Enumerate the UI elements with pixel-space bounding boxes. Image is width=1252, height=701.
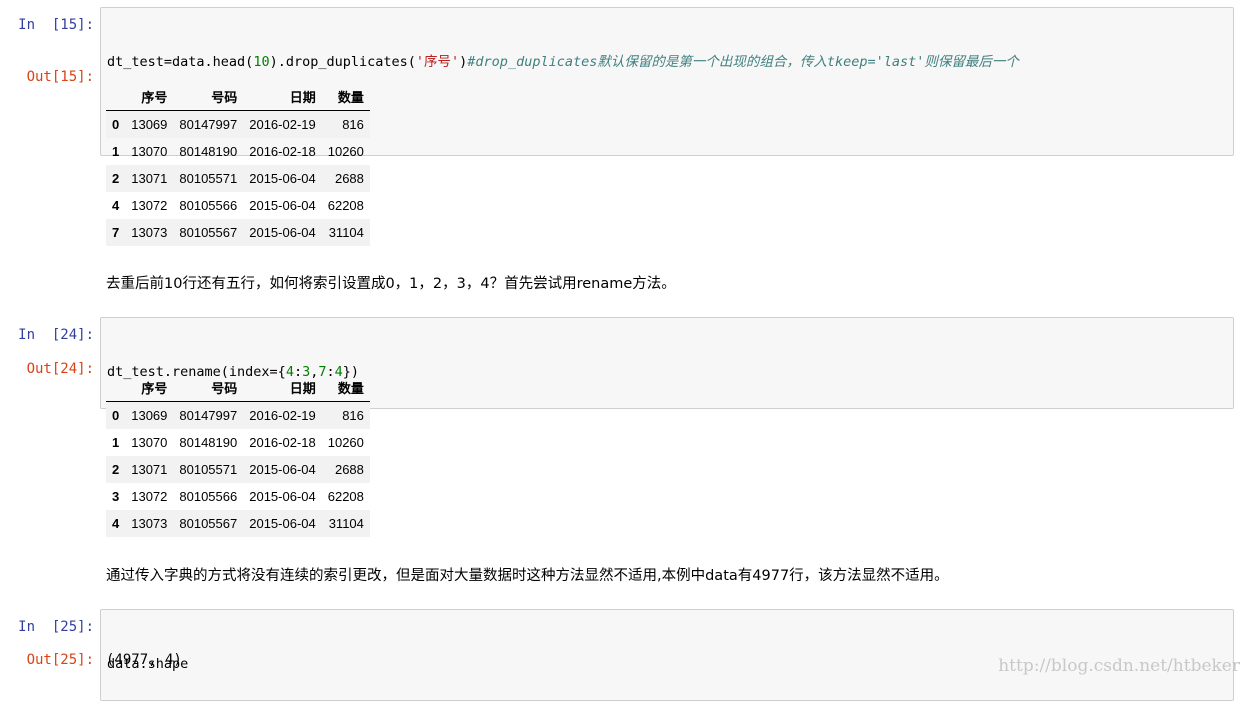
table-cell: 2015-06-04 — [249, 171, 316, 186]
code-comment: #drop_duplicates默认保留的是第一个出现的组合，传入tkeep='… — [467, 54, 1019, 70]
table-cell: 2016-02-18 — [249, 435, 316, 450]
column-header: 号码 — [173, 82, 244, 111]
column-header: 序号 — [125, 82, 174, 111]
table-row: 2 13071 80105571 2015-06-04 2688 — [106, 165, 370, 192]
table-cell: 13072 — [131, 489, 168, 504]
table-cell: 80147997 — [179, 117, 238, 132]
table-cell: 816 — [342, 408, 364, 423]
column-header — [106, 373, 126, 402]
in-prompt-24: In [24]: — [18, 327, 94, 343]
dataframe-output-15: 序号 号码 日期 数量 0 13069 80147997 2016-02-19 … — [106, 82, 370, 246]
table-cell: 80105566 — [179, 198, 238, 213]
table-row: 0 13069 80147997 2016-02-19 816 — [106, 110, 370, 138]
column-header: 序号 — [125, 373, 174, 402]
row-index: 2 — [112, 462, 120, 477]
row-index: 7 — [112, 225, 120, 240]
table-cell: 2015-06-04 — [249, 225, 316, 240]
in-prompt-25: In [25]: — [18, 619, 94, 635]
row-index: 4 — [112, 516, 120, 531]
table-row: 0 13069 80147997 2016-02-19 816 — [106, 401, 370, 429]
row-index: 1 — [112, 435, 120, 450]
table-cell: 13069 — [131, 117, 168, 132]
table-cell: 2016-02-19 — [249, 117, 316, 132]
table-cell: 2688 — [334, 171, 364, 186]
code-token: dt_test=data.head( — [107, 54, 254, 70]
row-index: 4 — [112, 198, 120, 213]
row-index: 0 — [112, 117, 120, 132]
code-cell-25[interactable]: data.shape — [100, 609, 1234, 701]
code-number: 10 — [253, 54, 270, 70]
table-cell: 13069 — [131, 408, 168, 423]
table-cell: 62208 — [327, 489, 364, 504]
table-cell: 13071 — [131, 171, 168, 186]
table-cell: 816 — [342, 117, 364, 132]
table-row: 7 13073 80105567 2015-06-04 31104 — [106, 219, 370, 246]
table-header-row: 序号 号码 日期 数量 — [106, 373, 370, 402]
column-header: 日期 — [243, 82, 322, 111]
table-cell: 2016-02-19 — [249, 408, 316, 423]
table-row: 3 13072 80105566 2015-06-04 62208 — [106, 483, 370, 510]
code-string: '序号' — [415, 54, 460, 70]
table-cell: 13072 — [131, 198, 168, 213]
table-row: 2 13071 80105571 2015-06-04 2688 — [106, 456, 370, 483]
table-cell: 13073 — [131, 225, 168, 240]
table-cell: 10260 — [327, 144, 364, 159]
column-header: 号码 — [173, 373, 244, 402]
table-cell: 80105571 — [179, 462, 238, 477]
table-header-row: 序号 号码 日期 数量 — [106, 82, 370, 111]
table-cell: 31104 — [328, 225, 364, 240]
table-cell: 80147997 — [179, 408, 238, 423]
column-header: 数量 — [321, 373, 370, 402]
out-prompt-15: Out[15]: — [26, 69, 94, 85]
markdown-text: 通过传入字典的方式将没有连续的索引更改，但是面对大量数据时这种方法显然不适用,本… — [106, 568, 949, 584]
table-cell: 62208 — [327, 198, 364, 213]
code-token: ).drop_duplicates( — [269, 54, 416, 70]
table-cell: 13073 — [131, 516, 168, 531]
dataframe-output-24: 序号 号码 日期 数量 0 13069 80147997 2016-02-19 … — [106, 373, 370, 537]
table-row: 4 13072 80105566 2015-06-04 62208 — [106, 192, 370, 219]
column-header: 日期 — [243, 373, 322, 402]
table-cell: 2688 — [334, 462, 364, 477]
table-cell: 13070 — [131, 144, 168, 159]
code-line: dt_test=data.head(10).drop_duplicates('序… — [107, 53, 1227, 72]
markdown-text: 去重后前10行还有五行，如何将索引设置成0，1，2，3，4？首先尝试用renam… — [106, 276, 676, 292]
row-index: 1 — [112, 144, 120, 159]
table-row: 1 13070 80148190 2016-02-18 10260 — [106, 138, 370, 165]
column-header: 数量 — [321, 82, 370, 111]
in-prompt-15: In [15]: — [18, 17, 94, 33]
column-header — [106, 82, 126, 111]
output-text: (4977, 4) — [106, 652, 182, 668]
table-cell: 80105567 — [179, 225, 238, 240]
table-cell: 80148190 — [179, 435, 238, 450]
watermark: http://blog.csdn.net/htbeker — [998, 656, 1240, 676]
table-cell: 13071 — [131, 462, 168, 477]
table-cell: 2015-06-04 — [249, 489, 316, 504]
row-index: 0 — [112, 408, 120, 423]
table-row: 4 13073 80105567 2015-06-04 31104 — [106, 510, 370, 537]
table-row: 1 13070 80148190 2016-02-18 10260 — [106, 429, 370, 456]
table-cell: 31104 — [328, 516, 364, 531]
table-cell: 2015-06-04 — [249, 516, 316, 531]
table-cell: 13070 — [131, 435, 168, 450]
row-index: 3 — [112, 489, 120, 504]
table-cell: 2015-06-04 — [249, 462, 316, 477]
table-cell: 80148190 — [179, 144, 238, 159]
table-cell: 10260 — [327, 435, 364, 450]
table-cell: 2016-02-18 — [249, 144, 316, 159]
table-cell: 80105571 — [179, 171, 238, 186]
out-prompt-24: Out[24]: — [26, 361, 94, 377]
table-cell: 2015-06-04 — [249, 198, 316, 213]
table-cell: 80105566 — [179, 489, 238, 504]
row-index: 2 — [112, 171, 120, 186]
table-cell: 80105567 — [179, 516, 238, 531]
out-prompt-25: Out[25]: — [26, 652, 94, 668]
